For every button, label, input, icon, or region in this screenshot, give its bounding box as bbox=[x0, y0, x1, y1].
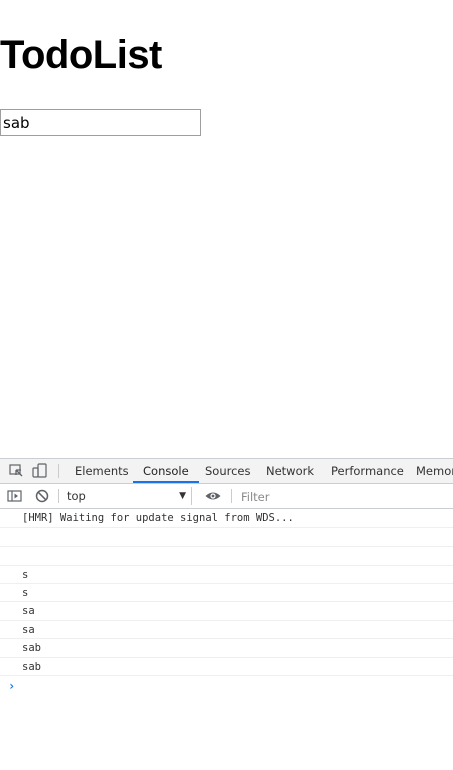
console-line: sab bbox=[0, 658, 453, 676]
tab-elements[interactable]: Elements bbox=[75, 459, 129, 483]
tab-network[interactable]: Network bbox=[266, 459, 314, 483]
tab-sources[interactable]: Sources bbox=[205, 459, 251, 483]
devtools-panel: Elements Console Sources Network Perform… bbox=[0, 458, 453, 770]
console-line: sab bbox=[0, 639, 453, 658]
inspect-element-icon[interactable] bbox=[8, 462, 26, 480]
console-filter-input[interactable] bbox=[238, 488, 453, 505]
app-area: TodoList bbox=[0, 0, 453, 458]
tab-performance[interactable]: Performance bbox=[331, 459, 404, 483]
console-line: sa bbox=[0, 602, 453, 621]
console-line: s bbox=[0, 566, 453, 584]
toolbar-divider bbox=[58, 464, 59, 478]
console-line: s bbox=[0, 584, 453, 602]
console-line bbox=[0, 547, 453, 566]
tab-console[interactable]: Console bbox=[133, 459, 199, 483]
console-toolbar: top ▼ bbox=[0, 484, 453, 509]
devtools-tabbar: Elements Console Sources Network Perform… bbox=[0, 459, 453, 484]
console-prompt-icon[interactable]: › bbox=[8, 679, 15, 693]
device-toolbar-icon[interactable] bbox=[31, 462, 49, 480]
tab-memory[interactable]: Memor bbox=[416, 459, 453, 483]
clear-console-icon[interactable] bbox=[33, 487, 51, 505]
console-log: [HMR] Waiting for update signal from WDS… bbox=[0, 509, 453, 676]
dropdown-arrow-icon: ▼ bbox=[179, 491, 186, 501]
console-line: sa bbox=[0, 621, 453, 639]
live-expression-eye-icon[interactable] bbox=[204, 487, 222, 505]
page-title: TodoList bbox=[0, 33, 162, 77]
console-line: [HMR] Waiting for update signal from WDS… bbox=[0, 509, 453, 528]
context-selector[interactable]: top ▼ bbox=[62, 487, 192, 505]
show-sidebar-icon[interactable] bbox=[6, 487, 24, 505]
todo-input[interactable] bbox=[0, 109, 201, 136]
toolbar-divider bbox=[58, 489, 59, 503]
console-line bbox=[0, 528, 453, 547]
toolbar-divider bbox=[231, 489, 232, 503]
context-value: top bbox=[67, 489, 86, 503]
